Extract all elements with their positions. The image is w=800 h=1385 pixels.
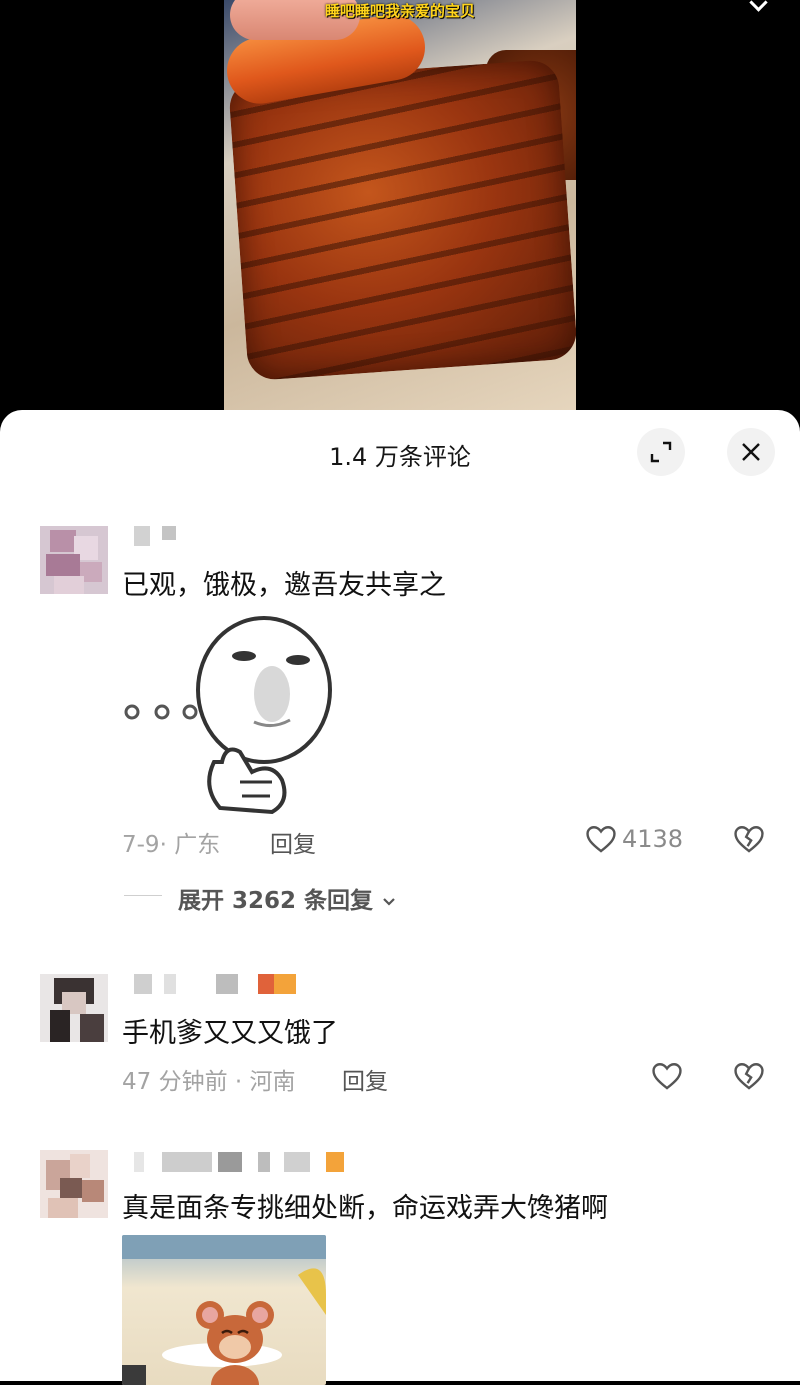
comment-meta: 47 分钟前 · 河南 [122,1069,296,1095]
username-pixelated[interactable] [134,526,184,546]
dislike-broken-heart-icon[interactable] [732,1059,766,1093]
video-frame[interactable]: 睡吧睡吧我亲爱的宝贝 [224,0,576,420]
video-caption: 睡吧睡吧我亲爱的宝贝 [324,2,475,20]
like-count: 4138 [622,825,684,853]
expand-icon [650,441,672,463]
reply-button[interactable]: 回复 [270,825,316,859]
chevron-down-icon [383,897,395,906]
chevron-icon [749,0,768,12]
username-pixelated[interactable] [134,974,304,994]
comments-sheet: 1.4 万条评论 [0,410,800,1381]
avatar[interactable] [40,526,108,594]
avatar[interactable] [40,974,108,1042]
jerry-mouse-cartoon-image[interactable] [122,1235,326,1385]
like-button[interactable] [650,1059,684,1093]
avatar[interactable] [40,1150,108,1218]
comment-text: 已观，饿极，邀吾友共享之 [122,570,446,601]
video-player[interactable]: 睡吧睡吧我亲爱的宝贝 [0,0,800,430]
expand-replies-label: 展开 3262 条回复 [178,888,374,914]
reply-button[interactable]: 回复 [342,1062,388,1096]
expand-replies-button[interactable]: 展开 3262 条回复 [178,881,397,915]
expand-button[interactable] [637,428,685,476]
comment-text: 真是面条专挑细处断，命运戏弄大馋猪啊 [122,1193,608,1224]
divider [124,895,162,896]
close-icon [742,443,760,461]
username-pixelated[interactable] [134,1152,364,1172]
dislike-broken-heart-icon[interactable] [732,822,766,856]
like-button[interactable]: 4138 [584,822,683,856]
close-button[interactable] [727,428,775,476]
comment-meta: 7-9· 广东 [122,832,221,858]
food-image-grilled-meat [227,58,576,382]
jerry-mouse-icon [122,1235,326,1385]
thinking-face-sticker [124,616,332,815]
heart-icon [586,826,616,853]
comment-text: 手机爹又又又饿了 [122,1018,338,1049]
heart-icon [652,1063,682,1090]
